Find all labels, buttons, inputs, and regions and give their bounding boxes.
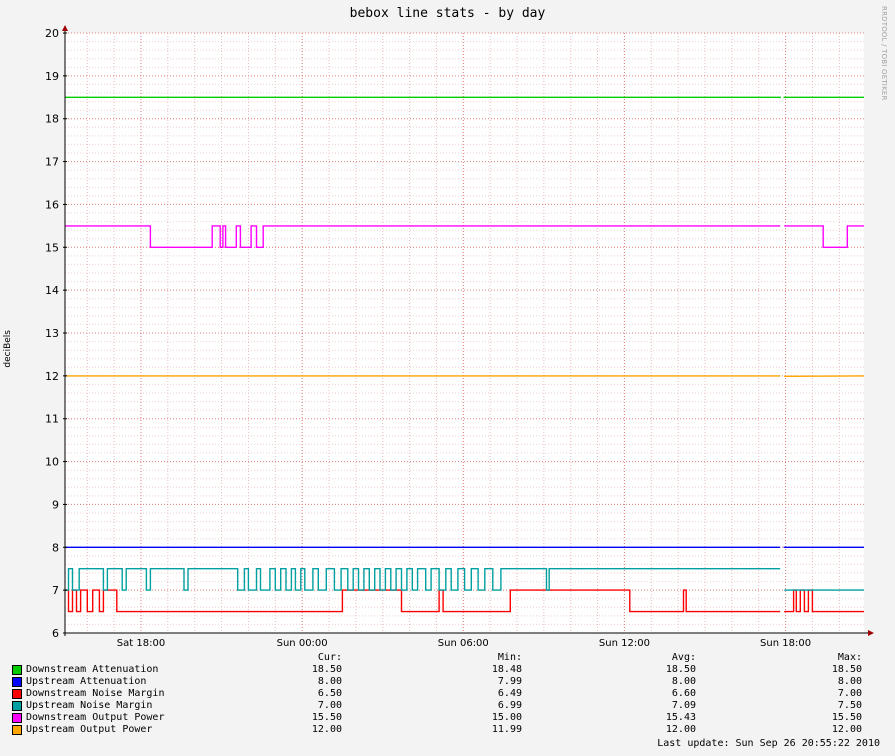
y-tick-label: 12 [45,370,59,383]
legend-rows: Downstream Attenuation 18.50 18.48 18.50 18.… [12,664,874,736]
legend-row: Upstream Output Power 12.00 11.99 12.00 12.0… [12,724,874,736]
legend-max-value: 12.00 [831,724,862,735]
legend-header-avg: Avg: [671,652,696,663]
legend-swatch [12,701,22,711]
y-tick-label: 8 [52,541,59,554]
legend-min-value: 7.99 [497,676,522,687]
legend-min-value: 15.00 [491,712,522,723]
legend-max-value: 7.00 [837,688,862,699]
chart-stage: bebox line stats - by day deciBels RRDTO… [0,0,895,756]
y-tick-label: 20 [45,27,59,40]
legend: Cur: Min: Avg: Max: Downstream Attenuati… [12,652,874,736]
legend-max-value: 7.50 [837,700,862,711]
x-tick-label: Sun 12:00 [599,638,650,649]
y-tick-label: 13 [45,327,59,340]
legend-min-value: 18.48 [491,664,522,675]
legend-min-value: 6.99 [497,700,522,711]
legend-row: Downstream Noise Margin 6.50 6.49 6.60 7.00 [12,688,874,700]
y-tick-label: 18 [45,113,59,126]
legend-avg-value: 18.50 [665,664,696,675]
legend-series-name: Upstream Output Power [26,724,153,735]
legend-min-value: 6.49 [497,688,522,699]
legend-cur-value: 6.50 [317,688,342,699]
legend-series-name: Downstream Noise Margin [26,688,165,699]
series-line-0 [65,96,864,99]
legend-row: Upstream Attenuation 8.00 7.99 8.00 8.00 [12,676,874,688]
y-tick-label: 9 [52,498,59,511]
legend-row: Upstream Noise Margin 7.00 6.99 7.09 7.50 [12,700,874,712]
legend-avg-value: 12.00 [665,724,696,735]
x-tick-label: Sun 00:00 [277,638,328,649]
legend-header-min: Min: [497,652,522,663]
y-tick-label: 15 [45,241,59,254]
legend-swatch [12,665,22,675]
legend-max-value: 15.50 [831,712,862,723]
legend-series-name: Downstream Output Power [26,712,165,723]
chart-plot: 6 7 8 9 10 11 12 13 14 15 16 17 18 19 20 Sat 18:00 Sun 0… [45,25,874,649]
legend-cur-value: 15.50 [311,712,342,723]
legend-avg-value: 6.60 [671,688,696,699]
legend-header-max: Max: [837,652,862,663]
legend-series-name: Downstream Attenuation [26,664,159,675]
x-tick-label: Sun 18:00 [760,638,811,649]
x-tick-label: Sat 18:00 [117,638,165,649]
legend-swatch [12,725,22,735]
legend-swatch [12,677,22,687]
legend-series-name: Upstream Noise Margin [26,700,153,711]
legend-row: Downstream Attenuation 18.50 18.48 18.50 18.… [12,664,874,676]
legend-series-name: Upstream Attenuation [26,676,147,687]
y-tick-label: 6 [52,627,59,640]
x-axis-arrow [868,630,874,636]
legend-max-value: 8.00 [837,676,862,687]
legend-avg-value: 8.00 [671,676,696,687]
legend-avg-value: 7.09 [671,700,696,711]
legend-cur-value: 8.00 [317,676,342,687]
y-tick-label: 7 [52,584,59,597]
legend-swatch [12,713,22,723]
y-tick-label: 19 [45,70,59,83]
legend-header: Cur: Min: Avg: Max: [12,652,874,664]
y-tick-label: 10 [45,456,59,469]
legend-row: Downstream Output Power 15.50 15.00 15.43 15… [12,712,874,724]
legend-avg-value: 15.43 [665,712,696,723]
y-axis-arrow [62,25,68,31]
y-tick-label: 16 [45,198,59,211]
last-update: Last update: Sun Sep 26 20:55:22 2010 [657,738,880,749]
legend-cur-value: 18.50 [311,664,342,675]
y-tick-label: 14 [45,284,59,297]
legend-header-cur: Cur: [317,652,342,663]
legend-max-value: 18.50 [831,664,862,675]
legend-min-value: 11.99 [491,724,522,735]
y-tick-label: 11 [45,413,59,426]
legend-cur-value: 12.00 [311,724,342,735]
x-tick-label: Sun 06:00 [438,638,489,649]
legend-cur-value: 7.00 [317,700,342,711]
legend-swatch [12,689,22,699]
y-tick-label: 17 [45,156,59,169]
